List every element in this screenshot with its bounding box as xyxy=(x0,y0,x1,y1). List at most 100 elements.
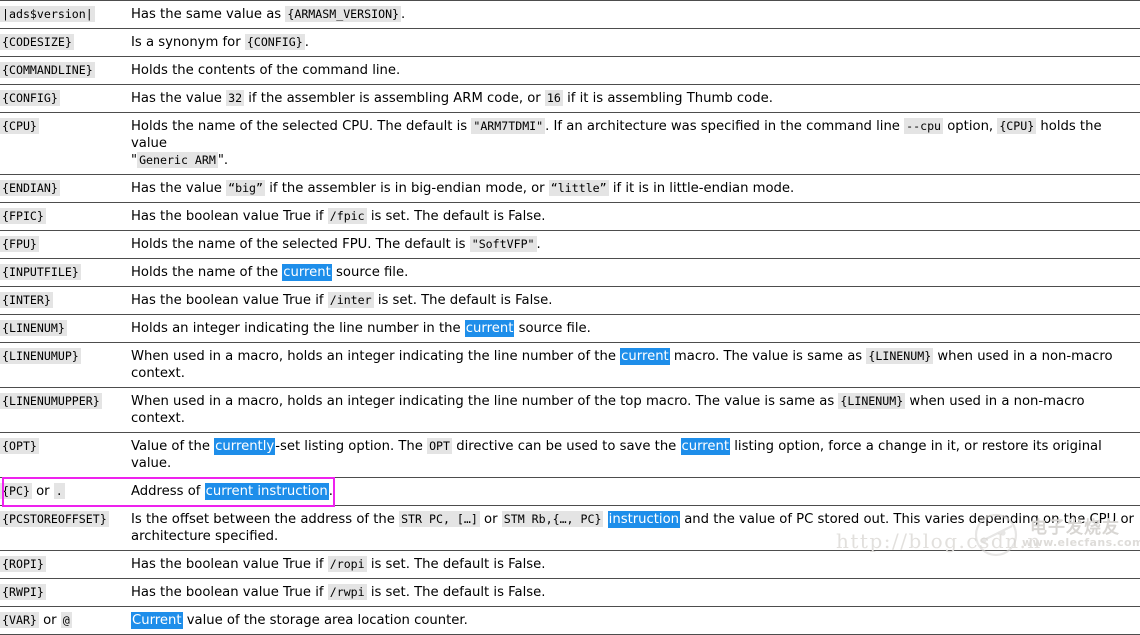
code-span: {PCSTOREOFFSET} xyxy=(0,511,109,527)
symbol-cell: {ROPI} xyxy=(0,551,131,579)
builtin-variables-table: |ads$version| Has the same value as {ARMA… xyxy=(0,0,1140,635)
description-cell: When used in a macro, holds an integer i… xyxy=(131,388,1140,433)
description-cell: Has the boolean value True if /inter is … xyxy=(131,287,1140,315)
code-span: STM Rb,{…, PC} xyxy=(501,511,604,527)
text-span: if the assembler is assembling ARM code,… xyxy=(244,91,545,106)
description-cell: Has the value 32 if the assembler is ass… xyxy=(131,85,1140,113)
table-row: {FPU} Holds the name of the selected FPU.… xyxy=(0,230,1140,259)
text-span: value of the storage area location count… xyxy=(182,613,468,628)
code-span: {CONFIG} xyxy=(244,34,305,50)
text-span: . xyxy=(328,484,333,499)
text-span: source file. xyxy=(514,321,591,336)
table-row: {FPIC} Has the boolean value True if /fpi… xyxy=(0,202,1140,231)
table-row: {RWPI} Has the boolean value True if /rwp… xyxy=(0,578,1140,607)
description-cell: Address of current instruction. xyxy=(131,478,1140,506)
code-span: “big” xyxy=(226,180,266,196)
description-cell: Has the same value as {ARMASM_VERSION}. xyxy=(131,1,1140,29)
text-span: Holds the name of the xyxy=(131,265,283,280)
text-span: or xyxy=(38,613,61,628)
table-row: {COMMANDLINE} Holds the contents of the c… xyxy=(0,56,1140,85)
selected-text-highlight: current xyxy=(620,348,670,365)
text-span: ". xyxy=(217,153,229,168)
code-span: {LINENUMUPPER} xyxy=(0,393,102,409)
symbol-cell: {INTER} xyxy=(0,287,131,315)
description-cell: Holds the name of the selected FPU. The … xyxy=(131,231,1140,259)
text-span: -set listing option. The xyxy=(275,439,428,454)
text-span: and the value of PC stored out. This var… xyxy=(680,512,1134,527)
text-span: is set. The default is False. xyxy=(373,293,553,308)
text-span: if it is in little-endian mode. xyxy=(608,181,795,196)
code-span: {INPUTFILE} xyxy=(0,264,81,280)
description-cell: Has the value “big” if the assembler is … xyxy=(131,175,1140,203)
code-span: /rwpi xyxy=(327,584,367,600)
code-span: {INTER} xyxy=(0,292,53,308)
code-span: {LINENUM} xyxy=(866,348,934,364)
table-row: {CODESIZE} Is a synonym for {CONFIG}. xyxy=(0,28,1140,57)
symbol-cell: {RWPI} xyxy=(0,579,131,607)
text-span: Is the offset between the address of the xyxy=(131,512,400,527)
table-row: {OPT} Value of the currently-set listing … xyxy=(0,432,1140,478)
code-span: @ xyxy=(60,612,72,628)
code-span: . xyxy=(53,483,65,499)
text-span: or xyxy=(31,484,54,499)
table-row: {INPUTFILE} Holds the name of the current… xyxy=(0,258,1140,287)
text-span: directive can be used to save the xyxy=(452,439,681,454)
description-cell: Holds the name of the current source fil… xyxy=(131,259,1140,287)
table-row: {PCSTOREOFFSET} Is the offset between the… xyxy=(0,505,1140,551)
text-span: Holds the name of the selected FPU. The … xyxy=(131,237,470,252)
text-span: Has the same value as xyxy=(131,7,286,22)
text-span: Value of the xyxy=(131,439,215,454)
table-row: {CONFIG} Has the value 32 if the assemble… xyxy=(0,84,1140,113)
code-span: {FPIC} xyxy=(0,208,46,224)
text-span: Has the boolean value True if xyxy=(131,585,328,600)
table-row: |ads$version| Has the same value as {ARMA… xyxy=(0,0,1140,29)
symbol-cell: {FPU} xyxy=(0,231,131,259)
table-row: {LINENUMUPPER} When used in a macro, hold… xyxy=(0,387,1140,433)
text-span: is set. The default is False. xyxy=(366,209,546,224)
selected-text-highlight: Current xyxy=(131,612,183,629)
code-span: {CODESIZE} xyxy=(0,34,74,50)
code-span: {FPU} xyxy=(0,236,39,252)
text-span: or xyxy=(479,512,502,527)
text-span: Is a synonym for xyxy=(131,35,245,50)
selected-text-highlight: current instruction xyxy=(204,483,329,500)
selected-text-highlight: currently xyxy=(214,438,276,455)
symbol-cell: {INPUTFILE} xyxy=(0,259,131,287)
code-span: {RWPI} xyxy=(0,584,46,600)
description-cell: Value of the currently-set listing optio… xyxy=(131,433,1140,478)
table-row: {INTER} Has the boolean value True if /in… xyxy=(0,286,1140,315)
code-span: {COMMANDLINE} xyxy=(0,62,95,78)
symbol-cell: {OPT} xyxy=(0,433,131,478)
code-span: “little” xyxy=(548,180,609,196)
table-row: {VAR} or @ Current value of the storage a… xyxy=(0,606,1140,635)
selected-text-highlight: instruction xyxy=(607,511,681,528)
text-span: if the assembler is in big-endian mode, … xyxy=(265,181,549,196)
symbol-cell: {PC} or . xyxy=(0,478,131,506)
code-span: "SoftVFP" xyxy=(469,236,537,252)
symbol-cell: {CONFIG} xyxy=(0,85,131,113)
text-span: . xyxy=(536,237,541,252)
text-span: Has the boolean value True if xyxy=(131,293,328,308)
table-row: {LINENUMUP} When used in a macro, holds a… xyxy=(0,342,1140,388)
selected-text-highlight: current xyxy=(680,438,731,455)
code-span: "ARM7TDMI" xyxy=(471,118,546,134)
table-row: {ROPI} Has the boolean value True if /rop… xyxy=(0,550,1140,579)
text-span: architecture specified. xyxy=(131,529,279,544)
symbol-cell: {COMMANDLINE} xyxy=(0,57,131,85)
selected-text-highlight: current xyxy=(282,264,332,281)
symbol-cell: {PCSTOREOFFSET} xyxy=(0,506,131,551)
symbol-cell: {LINENUMUPPER} xyxy=(0,388,131,433)
text-span: source file. xyxy=(331,265,409,280)
code-span: /inter xyxy=(327,292,374,308)
code-span: {ROPI} xyxy=(0,556,46,572)
code-span: {LINENUMUP} xyxy=(0,348,81,364)
code-span: {VAR} xyxy=(0,612,39,628)
code-span: {CONFIG} xyxy=(0,90,60,106)
code-span: --cpu xyxy=(904,118,944,134)
text-span: macro. The value is same as xyxy=(669,349,867,364)
text-span: Holds an integer indicating the line num… xyxy=(131,321,465,336)
description-cell: Holds an integer indicating the line num… xyxy=(131,315,1140,343)
symbol-cell: {LINENUM} xyxy=(0,315,131,343)
code-span: {PC} xyxy=(0,483,32,499)
code-span: STR PC, […] xyxy=(399,511,480,527)
